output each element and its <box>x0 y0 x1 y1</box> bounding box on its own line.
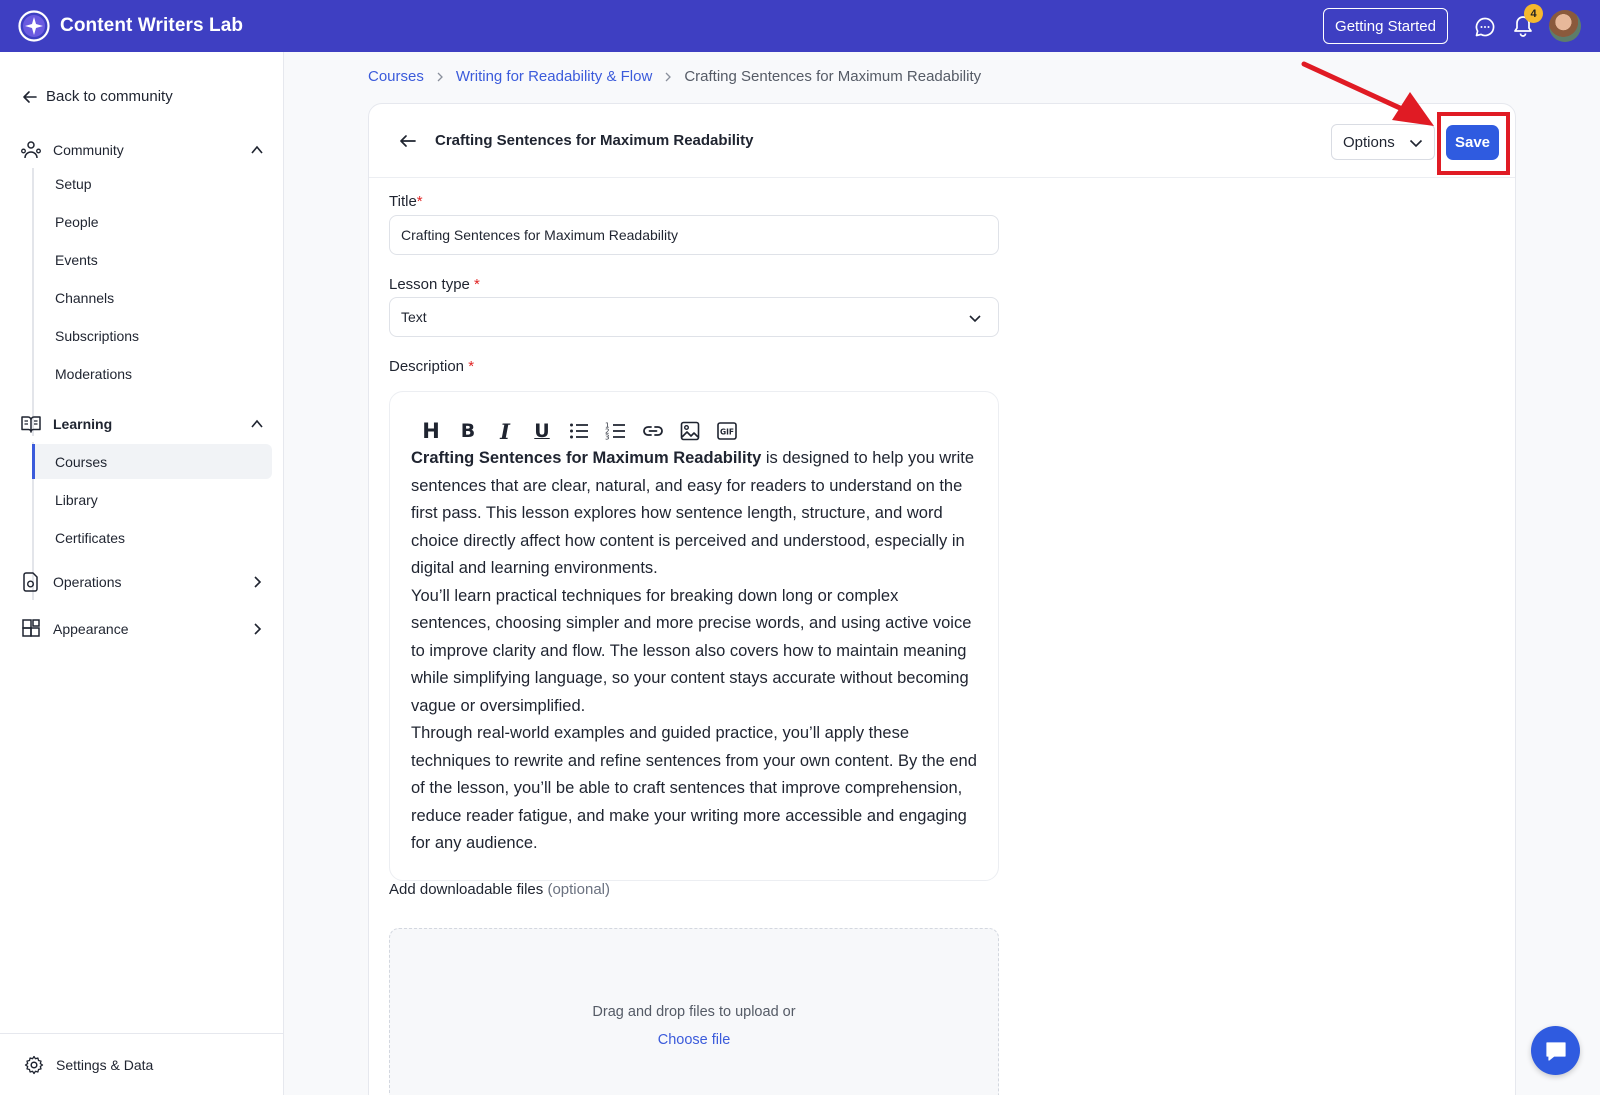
breadcrumb-courses[interactable]: Courses <box>368 68 424 85</box>
svg-text:3: 3 <box>605 434 609 442</box>
lesson-type-label: Lesson type * <box>389 276 480 293</box>
notification-badge: 4 <box>1524 4 1543 23</box>
support-chat-button[interactable] <box>1531 1026 1580 1075</box>
image-button[interactable] <box>677 418 703 444</box>
sidebar-item-courses[interactable]: Courses <box>32 444 272 479</box>
sidebar-section-learning[interactable]: Learning <box>20 410 268 438</box>
annotation-arrow-icon <box>1301 61 1434 126</box>
community-label: Community <box>53 142 124 158</box>
description-editor[interactable]: H B I U 123 GIF Crafting Sentences for M… <box>389 391 999 881</box>
image-icon <box>680 421 700 441</box>
breadcrumb: Courses Writing for Readability & Flow C… <box>368 68 981 85</box>
heading-button[interactable]: H <box>418 418 444 444</box>
description-content[interactable]: Crafting Sentences for Maximum Readabili… <box>411 445 981 858</box>
file-dropzone[interactable]: Drag and drop files to upload or Choose … <box>389 928 999 1095</box>
title-input[interactable]: Crafting Sentences for Maximum Readabili… <box>389 215 999 255</box>
files-label: Add downloadable files (optional) <box>389 881 610 898</box>
choose-file-link[interactable]: Choose file <box>390 1032 998 1048</box>
chevron-right-icon <box>254 576 262 588</box>
sidebar-item-library[interactable]: Library <box>32 482 272 517</box>
lesson-type-select[interactable]: Text <box>389 297 999 337</box>
svg-text:GIF: GIF <box>720 428 734 437</box>
settings-and-data-link[interactable]: Settings & Data <box>0 1033 284 1095</box>
lesson-type-value: Text <box>401 309 427 325</box>
book-icon <box>21 416 41 433</box>
top-bar: Content Writers Lab Getting Started 4 <box>0 0 1600 52</box>
sidebar-section-operations[interactable]: Operations <box>20 568 268 596</box>
description-label: Description * <box>389 358 475 375</box>
back-to-community-link[interactable]: Back to community <box>22 88 173 105</box>
learning-label: Learning <box>53 416 113 432</box>
sidebar-item-people[interactable]: People <box>32 204 272 239</box>
options-label: Options <box>1343 133 1395 151</box>
lesson-header-title: Crafting Sentences for Maximum Readabili… <box>435 132 754 149</box>
breadcrumb-current: Crafting Sentences for Maximum Readabili… <box>684 68 982 85</box>
sidebar-item-setup[interactable]: Setup <box>32 166 272 201</box>
chevron-up-icon <box>251 145 263 154</box>
app-name: Content Writers Lab <box>60 15 244 36</box>
lesson-editor-card: Crafting Sentences for Maximum Readabili… <box>368 103 1516 1095</box>
italic-button[interactable]: I <box>492 418 518 444</box>
dropzone-text: Drag and drop files to upload or <box>592 1004 796 1020</box>
appearance-icon <box>22 619 40 637</box>
bold-button[interactable]: B <box>455 418 481 444</box>
sidebar-item-channels[interactable]: Channels <box>32 280 272 315</box>
gif-button[interactable]: GIF <box>714 418 740 444</box>
sidebar-item-certificates[interactable]: Certificates <box>32 520 272 555</box>
sidebar-item-events[interactable]: Events <box>32 242 272 277</box>
operations-label: Operations <box>53 574 122 590</box>
sidebar-section-appearance[interactable]: Appearance <box>20 615 268 643</box>
gear-icon <box>24 1055 44 1074</box>
chevron-right-icon <box>665 72 672 81</box>
chat-icon[interactable] <box>1474 16 1496 38</box>
sidebar-item-subscriptions[interactable]: Subscriptions <box>32 318 272 353</box>
brand-logo-icon <box>18 10 50 42</box>
avatar[interactable] <box>1549 10 1581 42</box>
brand[interactable]: Content Writers Lab <box>18 10 243 42</box>
description-paragraph-3: Through real-world examples and guided p… <box>411 724 977 852</box>
description-paragraph-1: Crafting Sentences for Maximum Readabili… <box>411 449 975 577</box>
arrow-left-icon <box>23 90 37 103</box>
bullet-list-icon <box>570 423 588 439</box>
sidebar-section-community[interactable]: Community <box>20 136 268 164</box>
description-paragraph-2: You’ll learn practical techniques for br… <box>411 586 972 715</box>
title-label: Title* <box>389 193 423 210</box>
back-to-community-label: Back to community <box>46 88 173 105</box>
operations-icon <box>23 572 38 592</box>
link-icon <box>643 426 663 436</box>
link-button[interactable] <box>640 418 666 444</box>
settings-label: Settings & Data <box>56 1056 154 1073</box>
chevron-down-icon <box>1409 139 1423 148</box>
highlight-box <box>1437 112 1510 175</box>
arrow-left-icon[interactable] <box>399 132 417 150</box>
getting-started-button[interactable]: Getting Started <box>1323 8 1448 44</box>
numbered-list-button[interactable]: 123 <box>603 418 629 444</box>
chevron-up-icon <box>251 419 263 428</box>
bullet-list-button[interactable] <box>566 418 592 444</box>
sidebar-item-moderations[interactable]: Moderations <box>32 356 272 391</box>
sidebar: Back to community Community Setup People… <box>0 52 284 1095</box>
message-icon <box>1545 1041 1566 1061</box>
breadcrumb-course[interactable]: Writing for Readability & Flow <box>456 68 652 85</box>
numbered-list-icon: 123 <box>605 422 625 442</box>
editor-toolbar: H B I U 123 GIF <box>418 418 751 444</box>
chevron-down-icon <box>969 315 981 323</box>
community-icon <box>21 141 41 159</box>
options-dropdown[interactable]: Options <box>1331 124 1435 160</box>
chevron-right-icon <box>254 623 262 635</box>
underline-button[interactable]: U <box>529 418 555 444</box>
gif-icon: GIF <box>717 422 737 440</box>
chevron-right-icon <box>437 72 443 81</box>
appearance-label: Appearance <box>53 621 129 637</box>
